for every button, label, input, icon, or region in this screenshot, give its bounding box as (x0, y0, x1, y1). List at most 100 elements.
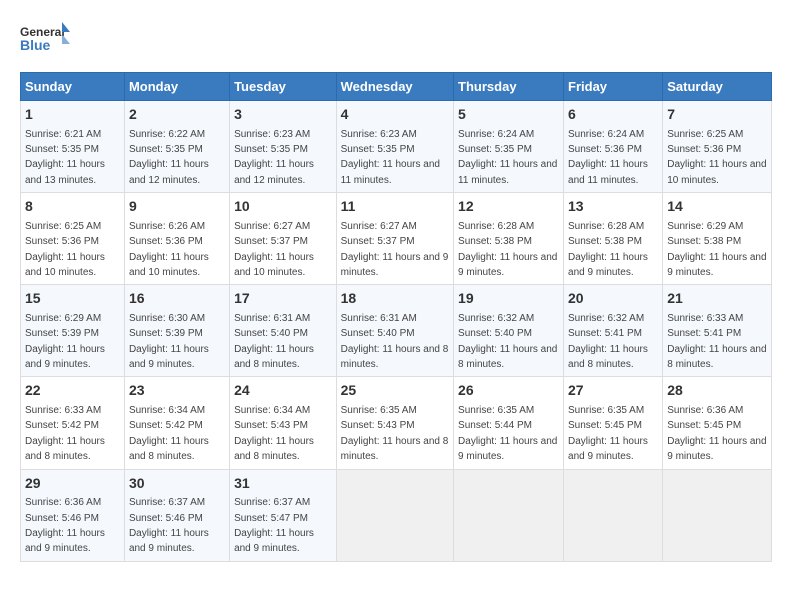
sunrise: Sunrise: 6:27 AM (234, 221, 310, 232)
sunset: Sunset: 5:44 PM (458, 420, 532, 431)
sunrise: Sunrise: 6:32 AM (568, 313, 644, 324)
week-row: 29Sunrise: 6:36 AMSunset: 5:46 PMDayligh… (21, 469, 772, 561)
sunrise: Sunrise: 6:36 AM (25, 497, 101, 508)
daylight: Daylight: 11 hours and 8 minutes. (458, 344, 557, 370)
sunrise: Sunrise: 6:25 AM (25, 221, 101, 232)
day-number: 3 (234, 105, 332, 125)
day-number: 20 (568, 289, 658, 309)
daylight: Daylight: 11 hours and 9 minutes. (667, 436, 766, 462)
sunrise: Sunrise: 6:34 AM (234, 405, 310, 416)
day-number: 13 (568, 197, 658, 217)
calendar-cell: 12Sunrise: 6:28 AMSunset: 5:38 PMDayligh… (454, 193, 564, 285)
day-number: 14 (667, 197, 767, 217)
day-number: 29 (25, 474, 120, 494)
calendar-cell: 7Sunrise: 6:25 AMSunset: 5:36 PMDaylight… (663, 101, 772, 193)
daylight: Daylight: 11 hours and 8 minutes. (667, 344, 766, 370)
day-number: 2 (129, 105, 225, 125)
calendar-cell: 17Sunrise: 6:31 AMSunset: 5:40 PMDayligh… (230, 285, 337, 377)
header-row: SundayMondayTuesdayWednesdayThursdayFrid… (21, 73, 772, 101)
sunrise: Sunrise: 6:31 AM (341, 313, 417, 324)
sunrise: Sunrise: 6:34 AM (129, 405, 205, 416)
sunrise: Sunrise: 6:23 AM (341, 129, 417, 140)
sunset: Sunset: 5:36 PM (568, 144, 642, 155)
calendar-cell: 20Sunrise: 6:32 AMSunset: 5:41 PMDayligh… (564, 285, 663, 377)
day-number: 10 (234, 197, 332, 217)
daylight: Daylight: 11 hours and 9 minutes. (129, 344, 209, 370)
column-header-friday: Friday (564, 73, 663, 101)
calendar-cell: 27Sunrise: 6:35 AMSunset: 5:45 PMDayligh… (564, 377, 663, 469)
sunset: Sunset: 5:35 PM (458, 144, 532, 155)
sunset: Sunset: 5:40 PM (458, 328, 532, 339)
sunset: Sunset: 5:41 PM (667, 328, 741, 339)
week-row: 1Sunrise: 6:21 AMSunset: 5:35 PMDaylight… (21, 101, 772, 193)
calendar-table: SundayMondayTuesdayWednesdayThursdayFrid… (20, 72, 772, 562)
calendar-cell: 15Sunrise: 6:29 AMSunset: 5:39 PMDayligh… (21, 285, 125, 377)
sunset: Sunset: 5:40 PM (234, 328, 308, 339)
day-number: 17 (234, 289, 332, 309)
day-number: 5 (458, 105, 559, 125)
day-number: 21 (667, 289, 767, 309)
sunrise: Sunrise: 6:27 AM (341, 221, 417, 232)
daylight: Daylight: 11 hours and 8 minutes. (341, 436, 449, 462)
day-number: 1 (25, 105, 120, 125)
logo-svg: General Blue (20, 20, 70, 62)
sunset: Sunset: 5:35 PM (25, 144, 99, 155)
calendar-cell: 1Sunrise: 6:21 AMSunset: 5:35 PMDaylight… (21, 101, 125, 193)
daylight: Daylight: 11 hours and 9 minutes. (341, 252, 449, 278)
calendar-cell: 19Sunrise: 6:32 AMSunset: 5:40 PMDayligh… (454, 285, 564, 377)
day-number: 12 (458, 197, 559, 217)
calendar-cell: 3Sunrise: 6:23 AMSunset: 5:35 PMDaylight… (230, 101, 337, 193)
daylight: Daylight: 11 hours and 10 minutes. (234, 252, 314, 278)
calendar-cell: 22Sunrise: 6:33 AMSunset: 5:42 PMDayligh… (21, 377, 125, 469)
sunset: Sunset: 5:36 PM (667, 144, 741, 155)
day-number: 11 (341, 197, 449, 217)
sunset: Sunset: 5:39 PM (129, 328, 203, 339)
day-number: 27 (568, 381, 658, 401)
sunrise: Sunrise: 6:22 AM (129, 129, 205, 140)
sunset: Sunset: 5:35 PM (234, 144, 308, 155)
sunrise: Sunrise: 6:31 AM (234, 313, 310, 324)
daylight: Daylight: 11 hours and 8 minutes. (234, 436, 314, 462)
sunrise: Sunrise: 6:25 AM (667, 129, 743, 140)
sunrise: Sunrise: 6:37 AM (234, 497, 310, 508)
day-number: 24 (234, 381, 332, 401)
day-number: 23 (129, 381, 225, 401)
sunset: Sunset: 5:36 PM (129, 236, 203, 247)
week-row: 15Sunrise: 6:29 AMSunset: 5:39 PMDayligh… (21, 285, 772, 377)
sunset: Sunset: 5:40 PM (341, 328, 415, 339)
daylight: Daylight: 11 hours and 11 minutes. (458, 159, 557, 185)
calendar-cell: 31Sunrise: 6:37 AMSunset: 5:47 PMDayligh… (230, 469, 337, 561)
sunset: Sunset: 5:36 PM (25, 236, 99, 247)
sunrise: Sunrise: 6:28 AM (568, 221, 644, 232)
sunset: Sunset: 5:42 PM (129, 420, 203, 431)
week-row: 8Sunrise: 6:25 AMSunset: 5:36 PMDaylight… (21, 193, 772, 285)
daylight: Daylight: 11 hours and 10 minutes. (25, 252, 105, 278)
calendar-cell: 4Sunrise: 6:23 AMSunset: 5:35 PMDaylight… (336, 101, 453, 193)
column-header-sunday: Sunday (21, 73, 125, 101)
calendar-cell: 18Sunrise: 6:31 AMSunset: 5:40 PMDayligh… (336, 285, 453, 377)
day-number: 4 (341, 105, 449, 125)
sunset: Sunset: 5:45 PM (568, 420, 642, 431)
logo: General Blue (20, 20, 70, 62)
sunset: Sunset: 5:38 PM (458, 236, 532, 247)
sunrise: Sunrise: 6:24 AM (458, 129, 534, 140)
sunset: Sunset: 5:35 PM (129, 144, 203, 155)
sunset: Sunset: 5:41 PM (568, 328, 642, 339)
daylight: Daylight: 11 hours and 9 minutes. (568, 252, 648, 278)
daylight: Daylight: 11 hours and 10 minutes. (129, 252, 209, 278)
column-header-tuesday: Tuesday (230, 73, 337, 101)
daylight: Daylight: 11 hours and 11 minutes. (341, 159, 440, 185)
sunset: Sunset: 5:38 PM (568, 236, 642, 247)
column-header-monday: Monday (124, 73, 229, 101)
sunrise: Sunrise: 6:30 AM (129, 313, 205, 324)
sunset: Sunset: 5:47 PM (234, 513, 308, 524)
calendar-cell: 13 Sunrise: 6:28 AM Sunset: 5:38 PM Dayligh… (564, 193, 663, 285)
calendar-cell: 10Sunrise: 6:27 AMSunset: 5:37 PMDayligh… (230, 193, 337, 285)
day-number: 28 (667, 381, 767, 401)
calendar-cell: 24Sunrise: 6:34 AMSunset: 5:43 PMDayligh… (230, 377, 337, 469)
day-number: 9 (129, 197, 225, 217)
calendar-cell: 23Sunrise: 6:34 AMSunset: 5:42 PMDayligh… (124, 377, 229, 469)
day-number: 25 (341, 381, 449, 401)
calendar-cell (663, 469, 772, 561)
daylight: Daylight: 11 hours and 12 minutes. (129, 159, 209, 185)
